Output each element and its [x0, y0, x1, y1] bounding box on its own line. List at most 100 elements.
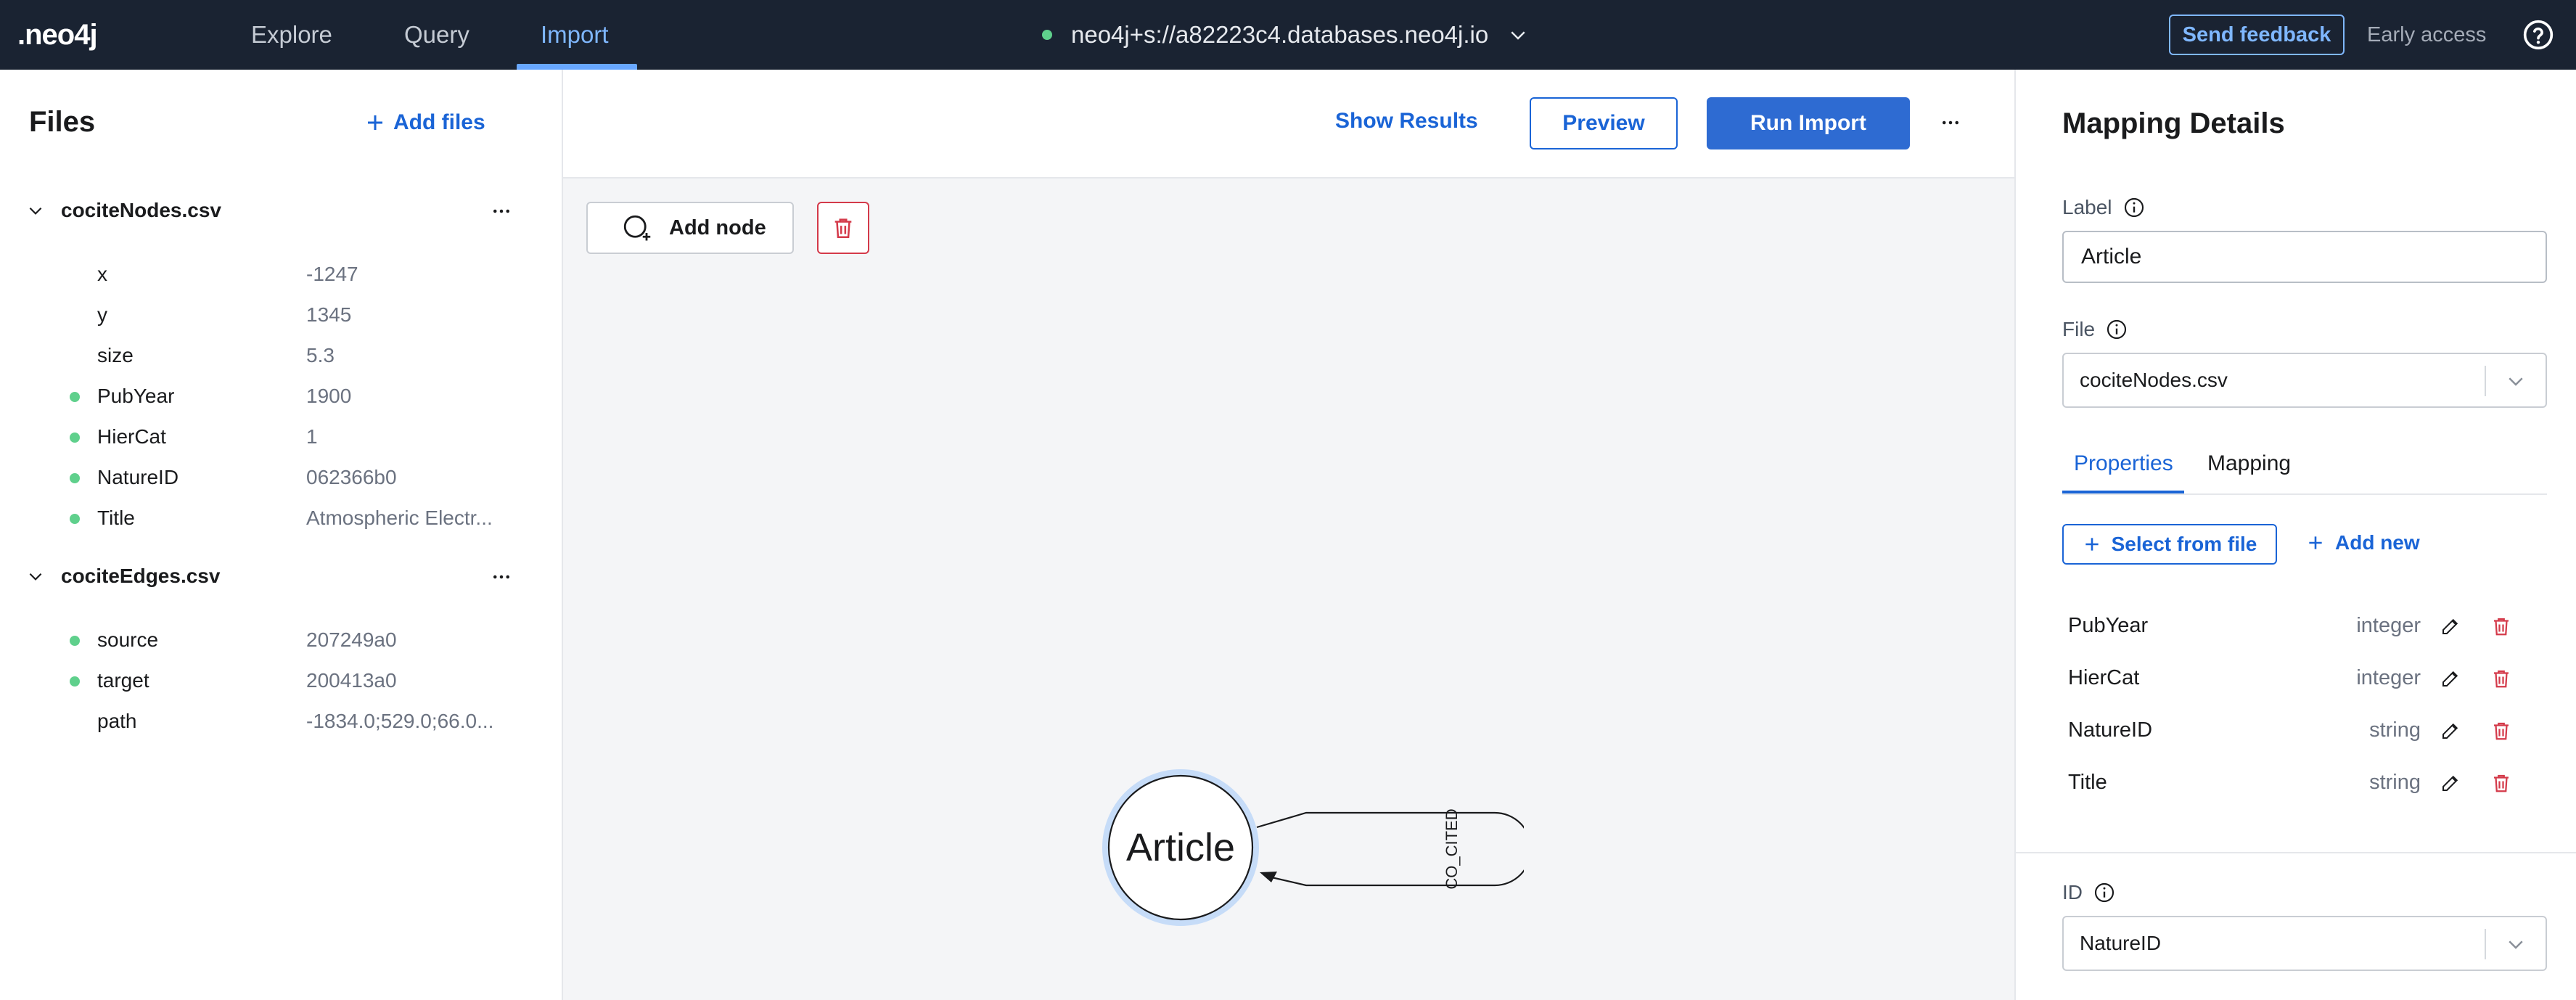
- prop-value: Atmospheric Electr...: [306, 507, 493, 529]
- mapped-property-row: Title string: [2062, 756, 2547, 808]
- section-divider: [2016, 852, 2576, 853]
- prop-value: 5.3: [306, 344, 335, 366]
- property-type: string: [2369, 718, 2421, 742]
- label-input[interactable]: Article: [2062, 231, 2547, 283]
- connection-status-dot: [1042, 30, 1052, 40]
- pencil-icon[interactable]: [2440, 615, 2461, 637]
- property-type: integer: [2356, 614, 2421, 637]
- mapping-tabs: Properties Mapping: [2062, 437, 2547, 495]
- info-icon[interactable]: [2093, 881, 2116, 904]
- tab-mapping[interactable]: Mapping: [2207, 451, 2291, 476]
- select-divider: [2485, 366, 2486, 396]
- preview-button[interactable]: Preview: [1530, 97, 1678, 149]
- prop-value: 200413a0: [306, 669, 397, 692]
- property-name: PubYear: [2068, 614, 2149, 637]
- active-tab-indicator: [2062, 491, 2184, 493]
- prop-name: HierCat: [97, 425, 166, 448]
- tab-properties[interactable]: Properties: [2074, 451, 2173, 476]
- file-row-cocitenodes[interactable]: cociteNodes.csv: [26, 199, 221, 222]
- file-prop-row[interactable]: path -1834.0;529.0;66.0...: [0, 701, 563, 742]
- chevron-down-icon: [1511, 31, 1525, 40]
- more-icon[interactable]: [1937, 112, 1964, 134]
- trash-icon: [834, 218, 852, 239]
- plus-icon: [2309, 536, 2322, 549]
- top-bar: .neo4j Explore Query Import neo4j+s://a8…: [0, 0, 2576, 70]
- pencil-icon[interactable]: [2440, 668, 2461, 689]
- graph-model[interactable]: CO_CITED Article: [1088, 762, 1524, 980]
- select-divider: [2485, 929, 2486, 959]
- plus-icon: [368, 115, 382, 130]
- add-new-button[interactable]: Add new: [2306, 531, 2420, 554]
- help-icon[interactable]: [2522, 19, 2554, 51]
- file-prop-row[interactable]: source 207249a0: [0, 620, 563, 660]
- mapped-indicator: [70, 433, 80, 443]
- file-prop-row[interactable]: x -1247: [0, 254, 563, 295]
- pencil-icon[interactable]: [2440, 720, 2461, 742]
- info-icon[interactable]: [2105, 318, 2128, 341]
- trash-icon[interactable]: [2490, 668, 2512, 689]
- add-node-button[interactable]: Add node: [586, 202, 794, 254]
- file-prop-row[interactable]: HierCat 1: [0, 417, 563, 457]
- add-new-label: Add new: [2335, 531, 2420, 554]
- prop-value: -1247: [306, 263, 358, 285]
- prop-value: 1: [306, 425, 318, 448]
- chevron-down-icon: [2509, 940, 2523, 949]
- file-select[interactable]: cociteNodes.csv: [2062, 353, 2547, 408]
- mapped-indicator: [70, 392, 80, 402]
- file-prop-row[interactable]: y 1345: [0, 295, 563, 335]
- connection-selector[interactable]: neo4j+s://a82223c4.databases.neo4j.io: [1042, 17, 1529, 52]
- mapped-indicator: [70, 473, 80, 483]
- property-name: HierCat: [2068, 666, 2140, 689]
- more-icon[interactable]: [491, 200, 512, 222]
- info-icon[interactable]: [2122, 196, 2146, 219]
- neo4j-logo[interactable]: .neo4j: [17, 16, 98, 54]
- tab-explore[interactable]: Explore: [251, 0, 332, 70]
- files-title: Files: [29, 106, 96, 138]
- select-from-file-label: Select from file: [2111, 533, 2257, 555]
- prop-value: 1900: [306, 385, 352, 407]
- connection-url: neo4j+s://a82223c4.databases.neo4j.io: [1071, 21, 1489, 48]
- file-prop-row[interactable]: Title Atmospheric Electr...: [0, 498, 563, 538]
- file-field-text: File: [2062, 318, 2096, 340]
- prop-value: -1834.0;529.0;66.0...: [306, 710, 494, 732]
- run-import-button[interactable]: Run Import: [1707, 97, 1910, 149]
- logo-text: .neo4j: [17, 18, 98, 51]
- trash-icon[interactable]: [2490, 772, 2512, 794]
- trash-icon[interactable]: [2490, 615, 2512, 637]
- chevron-down-icon: [29, 573, 42, 581]
- select-from-file-button[interactable]: Select from file: [2062, 524, 2277, 565]
- files-panel: Files Add files cociteNodes.csv x -1247 …: [0, 70, 563, 1000]
- node-article[interactable]: Article: [1102, 769, 1259, 926]
- add-files-button[interactable]: Add files: [364, 110, 485, 135]
- label-field-label: Label: [2062, 196, 2146, 219]
- file-name: cociteEdges.csv: [61, 565, 221, 587]
- show-results-button[interactable]: Show Results: [1335, 109, 1478, 134]
- property-name: NatureID: [2068, 718, 2153, 742]
- id-select[interactable]: NatureID: [2062, 916, 2547, 971]
- pencil-icon[interactable]: [2440, 772, 2461, 794]
- relationship-co-cited[interactable]: CO_CITED: [1256, 808, 1524, 890]
- file-row-citeedges[interactable]: cociteEdges.csv: [26, 565, 220, 588]
- plus-icon: [2085, 538, 2099, 551]
- relationship-label: CO_CITED: [1443, 808, 1461, 889]
- more-icon[interactable]: [491, 566, 512, 588]
- tab-query[interactable]: Query: [404, 0, 469, 70]
- prop-name: PubYear: [97, 385, 175, 407]
- add-files-label: Add files: [393, 110, 485, 134]
- delete-button[interactable]: [817, 202, 869, 254]
- property-type: integer: [2356, 666, 2421, 689]
- add-node-label: Add node: [669, 216, 766, 239]
- prop-value: 062366b0: [306, 466, 397, 488]
- file-prop-row[interactable]: PubYear 1900: [0, 376, 563, 417]
- send-feedback-button[interactable]: Send feedback: [2169, 15, 2345, 55]
- file-field-label: File: [2062, 318, 2128, 341]
- trash-icon[interactable]: [2490, 720, 2512, 742]
- early-access-link[interactable]: Early access: [2367, 20, 2486, 49]
- file-prop-row[interactable]: NatureID 062366b0: [0, 457, 563, 498]
- file-prop-row[interactable]: size 5.3: [0, 335, 563, 376]
- prop-name: target: [97, 669, 149, 692]
- tab-import[interactable]: Import: [541, 0, 609, 70]
- mapped-indicator: [70, 514, 80, 524]
- label-field-text: Label: [2062, 196, 2112, 218]
- file-prop-row[interactable]: target 200413a0: [0, 660, 563, 701]
